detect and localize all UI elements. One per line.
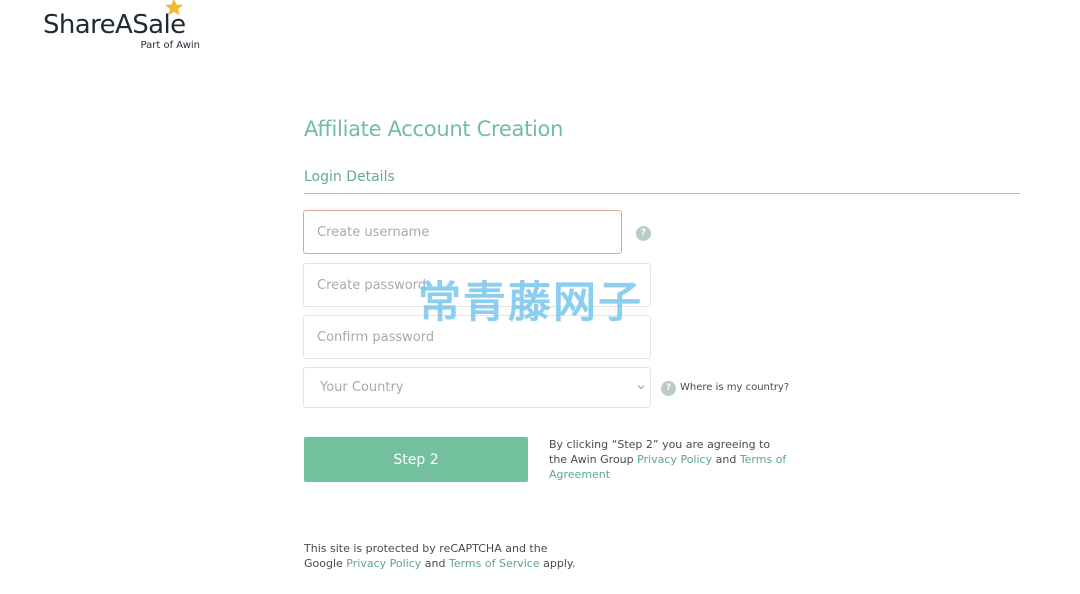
chevron-down-icon <box>637 385 645 390</box>
step-2-button[interactable]: Step 2 <box>304 437 528 482</box>
country-select-value: Your Country <box>320 380 404 395</box>
shareasale-logo[interactable]: ShareASale Part of Awin <box>43 0 213 56</box>
where-is-my-country-link[interactable]: Where is my country? <box>680 382 789 393</box>
recaptcha-notice: This site is protected by reCAPTCHA and … <box>304 541 584 571</box>
agreement-text: By clicking “Step 2” you are agreeing to… <box>549 437 789 482</box>
section-title: Login Details <box>304 169 395 185</box>
page-title: Affiliate Account Creation <box>304 117 564 141</box>
country-help-icon[interactable]: ? <box>661 381 676 396</box>
recaptcha-text-and: and <box>421 557 449 570</box>
confirm-password-input[interactable] <box>303 315 651 359</box>
section-divider <box>304 193 1020 194</box>
privacy-policy-link[interactable]: Privacy Policy <box>637 453 712 466</box>
google-terms-of-service-link[interactable]: Terms of Service <box>449 557 540 570</box>
logo-wordmark: ShareASale <box>43 10 186 40</box>
agreement-text-and: and <box>712 453 740 466</box>
username-help-icon[interactable]: ? <box>636 226 651 241</box>
logo-subtitle: Part of Awin <box>140 40 200 51</box>
password-input[interactable] <box>303 263 651 307</box>
google-privacy-policy-link[interactable]: Privacy Policy <box>346 557 421 570</box>
country-select[interactable]: Your Country <box>303 367 651 408</box>
username-input[interactable] <box>303 210 622 254</box>
recaptcha-text-tail: apply. <box>539 557 576 570</box>
